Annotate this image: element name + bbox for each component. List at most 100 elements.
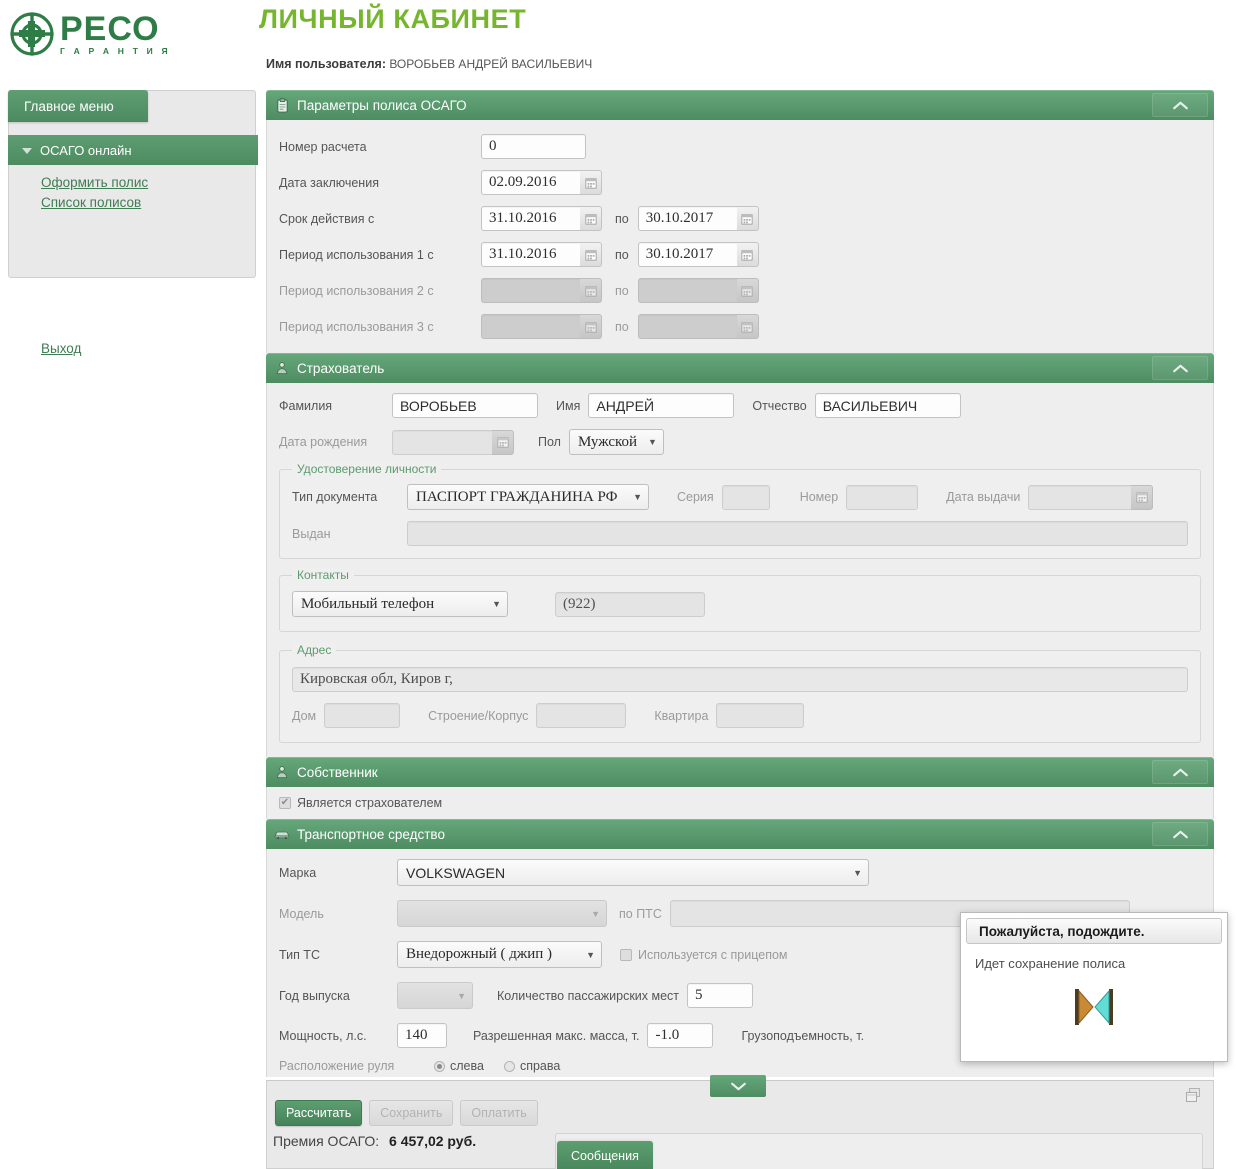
patronymic-input[interactable]: ВАСИЛЬЕВИЧ [814, 393, 961, 418]
doctype-select[interactable]: ПАСПОРТ ГРАЖДАНИНА РФ ▼ [407, 484, 649, 510]
chevron-down-icon [730, 1082, 746, 1090]
contact-phone-input[interactable]: (922) [555, 591, 705, 617]
collapse-vehicle-button[interactable] [1152, 822, 1208, 846]
panel-owner-body: ✔ Является страхователем [266, 787, 1214, 819]
modal-title: Пожалуйста, подождите. [966, 918, 1222, 944]
collapse-owner-button[interactable] [1152, 760, 1208, 784]
firstname-input[interactable]: АНДРЕЙ [588, 393, 735, 418]
username-value: ВОРОБЬЕВ АНДРЕЙ ВАСИЛЬЕВИЧ [389, 57, 593, 71]
vehicle-type-value: Внедорожный ( джип ) [406, 946, 553, 962]
gender-select-value: Мужской [577, 433, 638, 450]
calculate-button[interactable]: Рассчитать [275, 1100, 363, 1126]
username-label: Имя пользователя: [266, 57, 386, 71]
vehicle-type-select[interactable]: Внедорожный ( джип ) ▼ [397, 941, 602, 968]
birthdate-input[interactable] [392, 429, 492, 455]
panel-insurer: Страхователь Фамилия ВОРОБЬЕВ Имя АНДРЕЙ… [266, 353, 1214, 757]
person-icon [274, 360, 290, 376]
birthdate-label: Дата рождения [279, 435, 368, 449]
vehicle-wheel-right-radio[interactable] [503, 1060, 515, 1072]
gender-select[interactable]: Мужской ▼ [568, 429, 664, 455]
logo-subtitle: Г А Р А Н Т И Я [60, 46, 171, 57]
period-1-to-field: 30.10.2017 [637, 242, 759, 267]
address-legend: Адрес [292, 643, 337, 657]
validity-from-field: 31.10.2016 [481, 206, 602, 231]
doctype-select-value: ПАСПОРТ ГРАЖДАНИНА РФ [416, 488, 618, 505]
number-input[interactable] [846, 484, 919, 510]
issue-date-input[interactable] [1028, 484, 1132, 510]
vehicle-year-select[interactable]: ▼ [397, 982, 473, 1009]
calendar-icon [580, 278, 602, 303]
period-1-label: Период использования 1 с [279, 247, 434, 262]
expand-bottom-panel-button[interactable] [710, 1075, 766, 1097]
brand-logo: РЕСО Г А Р А Н Т И Я [8, 6, 188, 62]
collapse-policy-params-button[interactable] [1152, 93, 1208, 117]
pay-button: Оплатить [460, 1100, 538, 1126]
issued-by-label: Выдан [292, 526, 331, 541]
vehicle-trailer-checkbox[interactable] [620, 948, 632, 961]
sidebar-item-logout[interactable]: Выход [41, 339, 81, 358]
chevron-up-icon [1172, 364, 1188, 372]
vehicle-max-mass-input[interactable]: -1.0 [647, 1023, 714, 1048]
chevron-up-icon [1172, 830, 1188, 838]
premium-label: Премия ОСАГО: [273, 1133, 380, 1149]
owner-same-label: Является страхователем [297, 796, 443, 810]
house-input[interactable] [324, 703, 401, 728]
calendar-icon[interactable] [492, 429, 514, 455]
page-title: ЛИЧНЫЙ КАБИНЕТ [259, 4, 527, 34]
vehicle-power-input[interactable]: 140 [397, 1023, 447, 1048]
period-2-to-input [637, 278, 737, 303]
calendar-icon[interactable] [580, 242, 602, 267]
issued-by-input[interactable] [406, 521, 1188, 546]
collapse-insurer-button[interactable] [1152, 356, 1208, 380]
row-address-details: Дом Строение/Корпус Квартира [292, 703, 1188, 728]
conclusion-date-input[interactable]: 02.09.2016 [481, 170, 580, 195]
validity-from-input[interactable]: 31.10.2016 [481, 206, 580, 231]
calendar-icon[interactable] [580, 170, 602, 195]
identity-legend: Удостоверение личности [292, 462, 442, 476]
calendar-icon[interactable] [580, 206, 602, 231]
period-2-label: Период использования 2 с [279, 283, 434, 298]
contact-type-select[interactable]: Мобильный телефон ▼ [292, 591, 508, 617]
building-input[interactable] [536, 703, 627, 728]
vehicle-brand-select[interactable]: VOLKSWAGEN ▼ [397, 859, 869, 886]
sidebar-group-label: ОСАГО онлайн [40, 142, 132, 158]
chevron-down-icon [22, 148, 32, 154]
calendar-icon [736, 278, 759, 303]
vehicle-model-select[interactable]: ▼ [397, 900, 607, 927]
row-vehicle-brand: Марка VOLKSWAGEN ▼ [279, 859, 1201, 886]
period-3-from-input [481, 314, 580, 339]
calendar-icon[interactable] [736, 206, 759, 231]
vehicle-seats-input[interactable]: 5 [687, 983, 754, 1008]
surname-input[interactable]: ВОРОБЬЕВ [392, 393, 538, 418]
tab-messages[interactable]: Сообщения [557, 1141, 653, 1169]
period-1-from-input[interactable]: 31.10.2016 [481, 242, 580, 267]
sidebar-item-policy-list[interactable]: Список полисов [41, 193, 148, 212]
calc-number-input[interactable]: 0 [481, 134, 586, 159]
reso-logo-icon [8, 10, 56, 58]
validity-to-input[interactable]: 30.10.2017 [637, 206, 737, 231]
modal-message: Идет сохранение полиса [975, 956, 1126, 971]
doctype-label: Тип документа [292, 490, 378, 504]
fieldset-address: Адрес Кировская обл, Киров г, Дом Строен… [279, 643, 1201, 743]
sidebar-group-osago-online[interactable]: ОСАГО онлайн [8, 135, 258, 165]
calendar-icon[interactable] [736, 242, 759, 267]
username-line: Имя пользователя: ВОРОБЬЕВ АНДРЕЙ ВАСИЛЬ… [266, 57, 592, 71]
address-input[interactable]: Кировская обл, Киров г, [292, 667, 1188, 692]
owner-same-checkbox[interactable]: ✔ [279, 797, 291, 809]
copy-icon[interactable] [1183, 1086, 1203, 1106]
number-label: Номер [799, 490, 839, 504]
row-conclusion-date: Дата заключения 02.09.2016 [279, 170, 1201, 195]
series-input[interactable] [721, 484, 770, 510]
vehicle-wheel-left-label: слева [450, 1059, 484, 1073]
flat-input[interactable] [716, 703, 805, 728]
calendar-icon[interactable] [1131, 484, 1154, 510]
period-1-to-input[interactable]: 30.10.2017 [637, 242, 737, 267]
sidebar-item-issue-policy[interactable]: Оформить полис [41, 173, 148, 192]
row-period-3: Период использования 3 с по [279, 314, 1201, 339]
chevron-up-icon [1172, 768, 1188, 776]
period-3-to-field [637, 314, 759, 339]
sidebar-main-menu-button[interactable]: Главное меню [8, 90, 148, 122]
action-buttons: Рассчитать Сохранить Оплатить [275, 1100, 538, 1126]
vehicle-wheel-left-radio[interactable] [434, 1060, 445, 1072]
conclusion-date-label: Дата заключения [279, 175, 379, 190]
